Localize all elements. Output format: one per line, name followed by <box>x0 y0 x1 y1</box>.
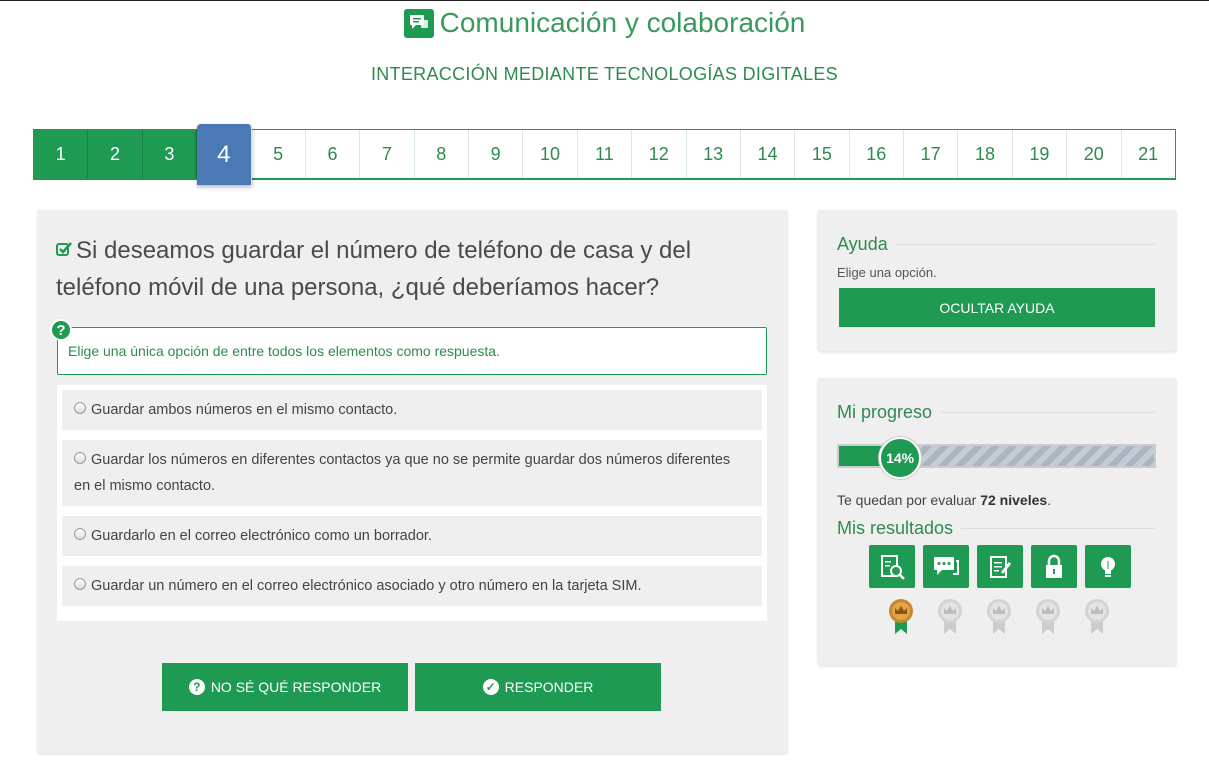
level-navigator: 1 2 3 4 5 6 7 8 9 10 11 12 13 14 15 16 17 18 19 20 21 <box>33 124 1176 185</box>
level-13[interactable]: 13 <box>687 130 741 178</box>
help-panel: Ayuda Elige una opción. OCULTAR AYUDA <box>818 210 1176 351</box>
divider <box>961 528 1155 529</box>
medals-row <box>885 598 1113 636</box>
level-18[interactable]: 18 <box>958 130 1013 178</box>
radio-button[interactable] <box>74 578 86 590</box>
progress-panel: Mi progreso 14% Te quedan por evaluar 72… <box>818 378 1176 665</box>
level-5[interactable]: 5 <box>252 130 306 178</box>
question-label: Si deseamos guardar el número de teléfon… <box>56 237 692 301</box>
level-6[interactable]: 6 <box>306 130 361 178</box>
medal-grey-icon <box>983 598 1015 636</box>
chat-bubbles-icon <box>403 8 434 38</box>
radio-button[interactable] <box>74 402 86 414</box>
instruction-text: Elige una única opción de entre todos lo… <box>68 343 500 359</box>
question-mark-icon: ? <box>50 319 72 341</box>
options-list: Guardar ambos números en el mismo contac… <box>57 385 767 621</box>
level-15[interactable]: 15 <box>795 130 850 178</box>
edit-check-icon <box>56 242 72 256</box>
page-title: Comunicación y colaboración <box>439 7 806 38</box>
remaining-count: 72 niveles <box>980 492 1048 508</box>
question-circle-icon: ? <box>188 679 205 695</box>
option-label: Guardar un número en el correo electróni… <box>91 578 642 594</box>
remaining-suffix: . <box>1047 492 1052 508</box>
level-8[interactable]: 8 <box>415 130 469 178</box>
divider <box>896 244 1155 245</box>
progress-fill <box>839 446 884 466</box>
results-icons <box>869 545 1131 588</box>
lock-icon[interactable] <box>1031 545 1077 588</box>
level-10[interactable]: 10 <box>523 130 578 178</box>
edit-document-icon[interactable] <box>977 545 1023 588</box>
help-hint: Elige una opción. <box>837 265 937 280</box>
level-9[interactable]: 9 <box>469 130 524 178</box>
medal-grey-icon <box>934 598 966 636</box>
level-1[interactable]: 1 <box>34 130 89 178</box>
level-4[interactable]: 4 <box>197 124 252 185</box>
radio-button[interactable] <box>74 452 86 464</box>
answer-option[interactable]: Guardar ambos números en el mismo contac… <box>62 390 762 430</box>
level-12[interactable]: 12 <box>632 130 687 178</box>
answer-option[interactable]: Guardar un número en el correo electróni… <box>62 566 762 606</box>
question-panel: Si deseamos guardar el número de teléfon… <box>38 210 787 753</box>
level-11[interactable]: 11 <box>578 130 633 178</box>
level-19[interactable]: 19 <box>1013 130 1068 178</box>
dont-know-button[interactable]: ? NO SÉ QUÉ RESPONDER <box>162 663 408 711</box>
level-3[interactable]: 3 <box>142 130 198 178</box>
title-row: Comunicación y colaboración <box>0 7 1209 39</box>
answer-button[interactable]: ✓ RESPONDER <box>415 663 661 711</box>
level-20[interactable]: 20 <box>1067 130 1122 178</box>
answer-option[interactable]: Guardarlo en el correo electrónico como … <box>62 516 762 556</box>
option-label: Guardarlo en el correo electrónico como … <box>91 528 432 544</box>
medal-grey-icon <box>1081 598 1113 636</box>
level-2[interactable]: 2 <box>88 130 143 178</box>
medal-gold-icon <box>885 598 917 636</box>
level-14[interactable]: 14 <box>741 130 796 178</box>
option-label: Guardar ambos números en el mismo contac… <box>91 402 398 418</box>
results-heading: Mis resultados <box>837 518 961 539</box>
level-16[interactable]: 16 <box>850 130 904 178</box>
answer-label: RESPONDER <box>504 679 594 695</box>
help-heading: Ayuda <box>837 234 896 255</box>
remaining-prefix: Te quedan por evaluar <box>837 492 981 508</box>
radio-button[interactable] <box>74 528 86 540</box>
question-text: Si deseamos guardar el número de teléfon… <box>56 232 756 306</box>
medal-grey-icon <box>1032 598 1064 636</box>
chat-icon[interactable] <box>923 545 969 588</box>
divider <box>941 412 1155 413</box>
option-label: Guardar los números en diferentes contac… <box>74 452 731 494</box>
answer-option[interactable]: Guardar los números en diferentes contac… <box>62 440 762 506</box>
lightbulb-icon[interactable] <box>1085 545 1131 588</box>
level-21[interactable]: 21 <box>1122 130 1175 178</box>
progress-heading: Mi progreso <box>837 402 940 423</box>
dont-know-label: NO SÉ QUÉ RESPONDER <box>210 679 382 695</box>
page-subtitle: INTERACCIÓN MEDIANTE TECNOLOGÍAS DIGITAL… <box>370 64 838 84</box>
check-circle-icon: ✓ <box>482 679 499 695</box>
progress-percent: 14% <box>879 437 922 479</box>
level-7[interactable]: 7 <box>360 130 415 178</box>
instruction-box: Elige una única opción de entre todos lo… <box>57 327 767 375</box>
remaining-text: Te quedan por evaluar 72 niveles. <box>837 492 1051 508</box>
level-17[interactable]: 17 <box>904 130 959 178</box>
search-document-icon[interactable] <box>869 545 915 588</box>
hide-help-button[interactable]: OCULTAR AYUDA <box>839 288 1155 327</box>
